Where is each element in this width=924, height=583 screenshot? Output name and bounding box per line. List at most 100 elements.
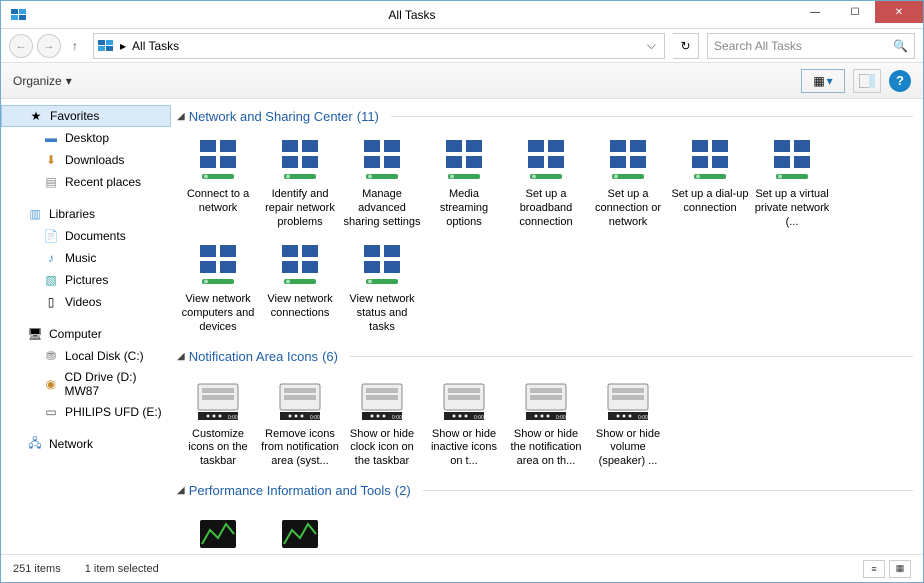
- breadcrumb[interactable]: All Tasks: [132, 39, 179, 53]
- svg-text:0:00: 0:00: [474, 415, 484, 421]
- task-item[interactable]: Manage advanced sharing settings: [341, 132, 423, 237]
- task-label: Set up a broadband connection: [507, 188, 585, 229]
- sidebar-computer[interactable]: 🖥Computer: [1, 323, 171, 345]
- task-label: Set up a dial-up connection: [671, 188, 749, 216]
- search-input[interactable]: [714, 39, 893, 53]
- task-item[interactable]: 0:00Show or hide clock icon on the taskb…: [341, 372, 423, 477]
- task-item[interactable]: 0:00Show or hide volume (speaker) ...: [587, 372, 669, 477]
- toolbar: Organize ▾ ▦ ▾ ?: [1, 63, 923, 99]
- task-item[interactable]: Set up a broadband connection: [505, 132, 587, 237]
- sidebar-favorites[interactable]: ★ Favorites: [1, 105, 171, 127]
- task-item[interactable]: 0:00Remove icons from notification area …: [259, 372, 341, 477]
- sidebar-item-pictures[interactable]: ▧Pictures: [1, 269, 171, 291]
- address-icon: [98, 40, 114, 52]
- organize-label: Organize: [13, 74, 62, 88]
- task-item[interactable]: Set up a connection or network: [587, 132, 669, 237]
- task-label: Set up a connection or network: [589, 188, 667, 229]
- notif-task-icon: 0:00: [276, 376, 324, 424]
- task-item[interactable]: Connect to a network: [177, 132, 259, 237]
- close-button[interactable]: ✕: [875, 1, 923, 23]
- sidebar-item-documents[interactable]: 📄Documents: [1, 225, 171, 247]
- group-count: (6): [322, 349, 338, 364]
- desktop-icon: ▬: [43, 130, 59, 146]
- net-task-icon: [604, 136, 652, 184]
- task-label: View network computers and devices: [179, 293, 257, 334]
- sidebar-label: Network: [49, 437, 93, 451]
- task-item[interactable]: View network status and tasks: [341, 237, 423, 342]
- group-header[interactable]: ◢Network and Sharing Center (11): [177, 103, 913, 132]
- music-icon: ♪: [43, 250, 59, 266]
- group-title: Notification Area Icons: [189, 349, 318, 364]
- up-button[interactable]: ↑: [65, 36, 85, 56]
- net-task-icon: [194, 241, 242, 289]
- sidebar-item-label: Music: [65, 251, 96, 265]
- task-item[interactable]: Identify and repair network problems: [259, 132, 341, 237]
- task-label: Show or hide volume (speaker) ...: [589, 428, 667, 469]
- chevron-down-icon: ◢: [177, 485, 185, 496]
- net-task-icon: [276, 136, 324, 184]
- task-item[interactable]: 0:00Customize icons on the taskbar: [177, 372, 259, 477]
- chevron-down-icon: ▾: [66, 74, 72, 88]
- sidebar-item-label: Pictures: [65, 273, 108, 287]
- address-dropdown[interactable]: ⌵: [643, 38, 660, 53]
- sidebar-item-cd-drive[interactable]: ◉CD Drive (D:) MW87: [1, 367, 171, 401]
- nav-bar: ← → ↑ ▸ All Tasks ⌵ ↻ 🔍: [1, 29, 923, 63]
- task-label: Customize icons on the taskbar: [179, 428, 257, 469]
- task-label: Media streaming options: [425, 188, 503, 229]
- sidebar-item-label: Documents: [65, 229, 126, 243]
- window-controls: — ☐ ✕: [795, 1, 923, 28]
- minimize-button[interactable]: —: [795, 1, 835, 23]
- group-title: Network and Sharing Center: [189, 109, 353, 124]
- svg-text:0:00: 0:00: [310, 415, 320, 421]
- task-label: Show or hide the notification area on th…: [507, 428, 585, 469]
- sidebar-label: Computer: [49, 327, 102, 341]
- task-item[interactable]: Media streaming options: [423, 132, 505, 237]
- net-task-icon: [522, 136, 570, 184]
- drive-icon: ⛃: [43, 348, 59, 364]
- sidebar-network[interactable]: 🖧Network: [1, 433, 171, 455]
- sidebar-libraries[interactable]: ▥Libraries: [1, 203, 171, 225]
- libraries-icon: ▥: [27, 206, 43, 222]
- status-selection: 1 item selected: [85, 563, 159, 575]
- sidebar-item-desktop[interactable]: ▬Desktop: [1, 127, 171, 149]
- notif-task-icon: 0:00: [604, 376, 652, 424]
- search-box[interactable]: 🔍: [707, 33, 915, 59]
- forward-button[interactable]: →: [37, 34, 61, 58]
- refresh-button[interactable]: ↻: [673, 33, 699, 59]
- task-label: Show or hide clock icon on the taskbar: [343, 428, 421, 469]
- sidebar-item-downloads[interactable]: ⬇Downloads: [1, 149, 171, 171]
- task-item[interactable]: [177, 506, 259, 554]
- task-item[interactable]: Set up a dial-up connection: [669, 132, 751, 237]
- sidebar-item-music[interactable]: ♪ Music: [1, 247, 171, 269]
- organize-button[interactable]: Organize ▾: [13, 74, 72, 88]
- notif-task-icon: 0:00: [522, 376, 570, 424]
- task-item[interactable]: 0:00Show or hide the notification area o…: [505, 372, 587, 477]
- task-item[interactable]: 0:00Show or hide inactive icons on t...: [423, 372, 505, 477]
- back-button[interactable]: ←: [9, 34, 33, 58]
- task-item[interactable]: View network connections: [259, 237, 341, 342]
- task-item[interactable]: Set up a virtual private network (...: [751, 132, 833, 237]
- videos-icon: ▯: [43, 294, 59, 310]
- chevron-down-icon: ◢: [177, 351, 185, 362]
- help-button[interactable]: ?: [889, 70, 911, 92]
- sidebar-item-local-disk[interactable]: ⛃Local Disk (C:): [1, 345, 171, 367]
- status-view-details[interactable]: ≡: [863, 560, 885, 578]
- view-mode-button[interactable]: ▦ ▾: [801, 69, 845, 93]
- task-item[interactable]: View network computers and devices: [177, 237, 259, 342]
- control-panel-icon: [9, 7, 29, 23]
- titlebar: All Tasks — ☐ ✕: [1, 1, 923, 29]
- sidebar-item-videos[interactable]: ▯Videos: [1, 291, 171, 313]
- sidebar-item-label: PHILIPS UFD (E:): [65, 405, 162, 419]
- status-view-icons[interactable]: ▦: [889, 560, 911, 578]
- window-title: All Tasks: [29, 8, 795, 22]
- sidebar-item-recent[interactable]: ▤Recent places: [1, 171, 171, 193]
- chevron-down-icon: ◢: [177, 111, 185, 122]
- address-bar[interactable]: ▸ All Tasks ⌵: [93, 33, 665, 59]
- group-header[interactable]: ◢Performance Information and Tools (2): [177, 477, 913, 506]
- group-title: Performance Information and Tools: [189, 483, 391, 498]
- maximize-button[interactable]: ☐: [835, 1, 875, 23]
- preview-pane-button[interactable]: [853, 69, 881, 93]
- group-header[interactable]: ◢ Notification Area Icons (6): [177, 343, 913, 372]
- sidebar-item-usb-drive[interactable]: ▭PHILIPS UFD (E:): [1, 401, 171, 423]
- task-item[interactable]: [259, 506, 341, 554]
